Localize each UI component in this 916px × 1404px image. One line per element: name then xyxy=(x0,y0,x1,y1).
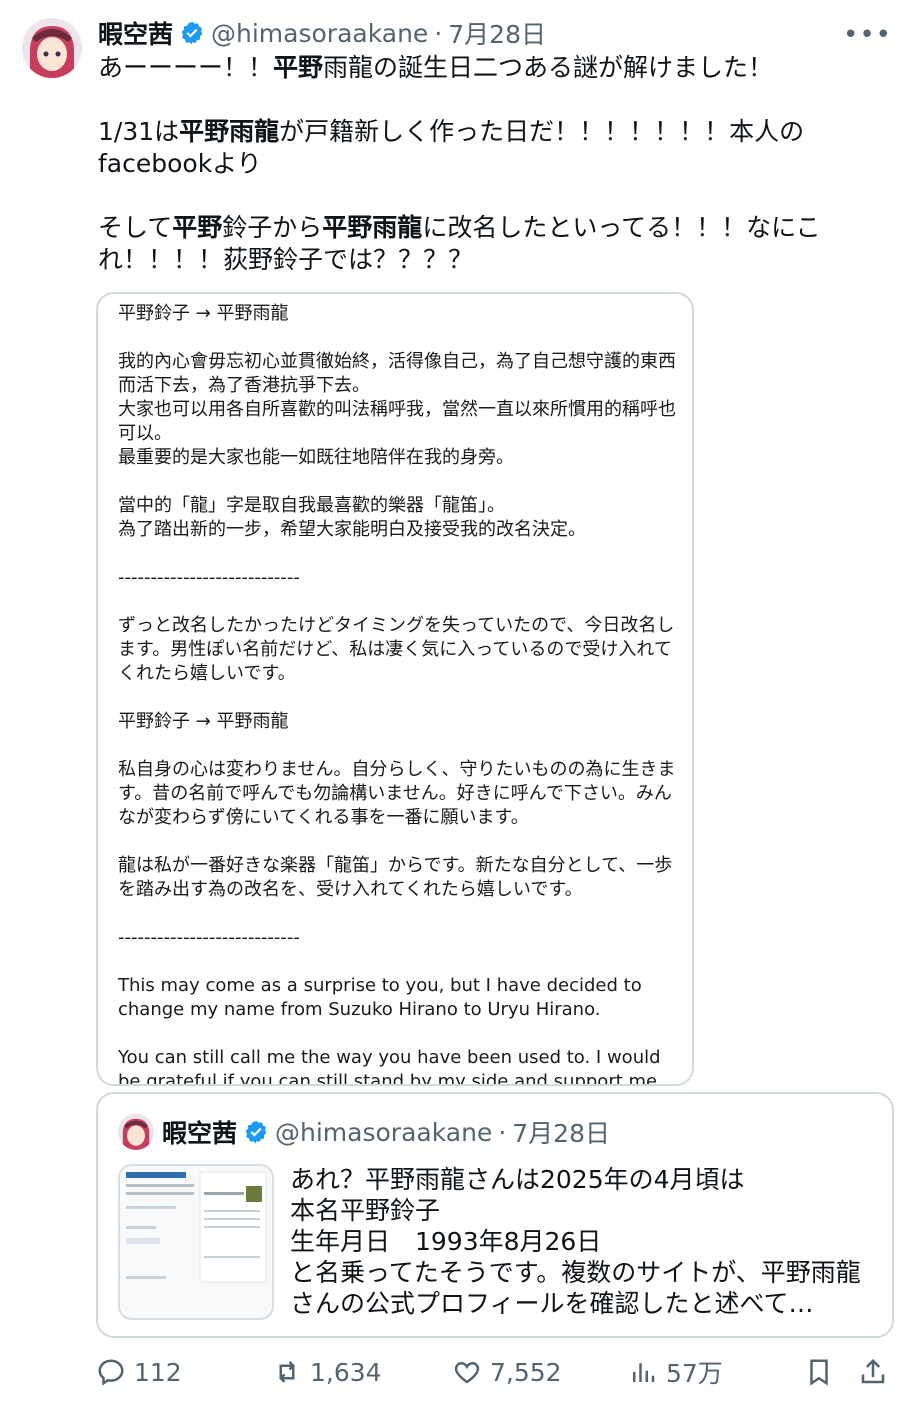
quoted-text: あれ？平野雨龍さんは2025年の4月頃は 本名平野鈴子 生年月日 1993年8月… xyxy=(290,1165,861,1318)
reply-count: 112 xyxy=(134,1357,182,1387)
verified-badge-icon xyxy=(179,20,205,46)
quoted-author-name: 暇空茜 xyxy=(162,1119,238,1148)
image-text-line: 最重要的是大家也能一如既往地陪伴在我的身旁。 xyxy=(118,447,514,468)
more-options-icon[interactable]: ••• xyxy=(843,20,892,50)
author-handle[interactable]: @himasoraakane xyxy=(211,19,428,48)
views-icon xyxy=(633,1363,655,1382)
image-text-line: ---------------------------- xyxy=(118,567,300,588)
share-button[interactable] xyxy=(858,1350,896,1394)
image-text-line: This may come as a surprise to you, but … xyxy=(118,975,648,1020)
retweet-count: 1,634 xyxy=(310,1357,382,1387)
image-text-line xyxy=(118,590,678,614)
separator-dot: · xyxy=(434,18,443,48)
image-text-line xyxy=(118,470,678,494)
verified-badge-icon xyxy=(243,1119,269,1145)
share-icon xyxy=(861,1358,885,1384)
quoted-tweet[interactable]: 暇空茜 @himasoraakane · 7月28日 あれ？平野雨龍さんは202… xyxy=(96,1092,894,1338)
quoted-image-thumbnail[interactable] xyxy=(118,1164,274,1320)
retweet-button[interactable]: 1,634 xyxy=(272,1350,382,1394)
image-text-line xyxy=(118,542,678,566)
author-avatar[interactable] xyxy=(22,18,82,78)
bookmark-icon xyxy=(810,1359,828,1386)
tweet-header: 暇空茜 @himasoraakane · 7月28日 xyxy=(98,16,546,50)
image-text-line xyxy=(118,950,678,974)
tweet-date[interactable]: 7月28日 xyxy=(448,15,546,51)
image-text-line: 私自身の心は変わりません。自分らしく、守りたいものの為に生きます。昔の名前で呼ん… xyxy=(118,759,676,828)
image-text-line xyxy=(118,902,678,926)
image-text-line: 平野鈴子 → 平野雨龍 xyxy=(118,711,289,732)
action-bar: 112 1,634 7,552 57万 xyxy=(96,1350,896,1394)
heart-icon xyxy=(454,1361,480,1384)
bookmark-button[interactable] xyxy=(804,1350,842,1394)
image-text-line: ---------------------------- xyxy=(118,927,300,948)
like-button[interactable]: 7,552 xyxy=(452,1350,562,1394)
like-count: 7,552 xyxy=(490,1357,562,1387)
image-text-line: 為了踏出新的一步，希望大家能明白及接受我的改名決定。 xyxy=(118,519,586,540)
image-text-line xyxy=(118,734,678,758)
image-text-line: 龍は私が一番好きな楽器「龍笛」からです。新たな自分として、一歩を踏み出す為の改名… xyxy=(118,855,673,900)
reply-button[interactable]: 112 xyxy=(96,1350,182,1394)
image-text-line: You can still call me the way you have b… xyxy=(118,1047,667,1086)
quoted-header: 暇空茜 @himasoraakane · 7月28日 xyxy=(162,1114,610,1150)
views-button[interactable]: 57万 xyxy=(628,1350,723,1394)
image-text-line: 大家也可以用各自所喜歡的叫法稱呼我，當然一直以來所慣用的稱呼也可以。 xyxy=(118,399,676,444)
image-text-line: ずっと改名したかったけどタイミングを失っていたので、今日改名します。男性ぽい名前… xyxy=(118,615,675,684)
image-text-line xyxy=(118,1022,678,1046)
author-name[interactable]: 暇空茜 xyxy=(98,15,173,51)
image-text-line xyxy=(118,326,678,350)
tweet-text: あーーーー！！平野雨龍の誕生日二つある謎が解けました！ 1/31は平野雨龍が戸籍… xyxy=(98,53,821,274)
image-text-line: 當中的「龍」字是取自我最喜歡的樂器「龍笛」。 xyxy=(118,495,505,516)
reply-icon xyxy=(98,1359,124,1386)
separator-dot: · xyxy=(498,1117,507,1147)
image-text-line: 平野鈴子 → 平野雨龍 xyxy=(118,303,289,324)
image-text-line: 我的內心會毋忘初心並貫徹始終，活得像自己，為了自己想守護的東西而活下去，為了香港… xyxy=(118,351,676,396)
quoted-date: 7月28日 xyxy=(512,1119,610,1148)
image-text-content: 平野鈴子 → 平野雨龍 我的內心會毋忘初心並貫徹始終，活得像自己，為了自己想守護… xyxy=(118,302,678,1086)
attached-image[interactable]: 平野鈴子 → 平野雨龍 我的內心會毋忘初心並貫徹始終，活得像自己，為了自己想守護… xyxy=(96,292,694,1086)
image-text-line xyxy=(118,830,678,854)
retweet-icon xyxy=(278,1361,296,1383)
image-text-line xyxy=(118,686,678,710)
quoted-handle: @himasoraakane xyxy=(275,1117,493,1147)
views-count: 57万 xyxy=(666,1359,723,1388)
quoted-author-avatar xyxy=(118,1114,154,1150)
